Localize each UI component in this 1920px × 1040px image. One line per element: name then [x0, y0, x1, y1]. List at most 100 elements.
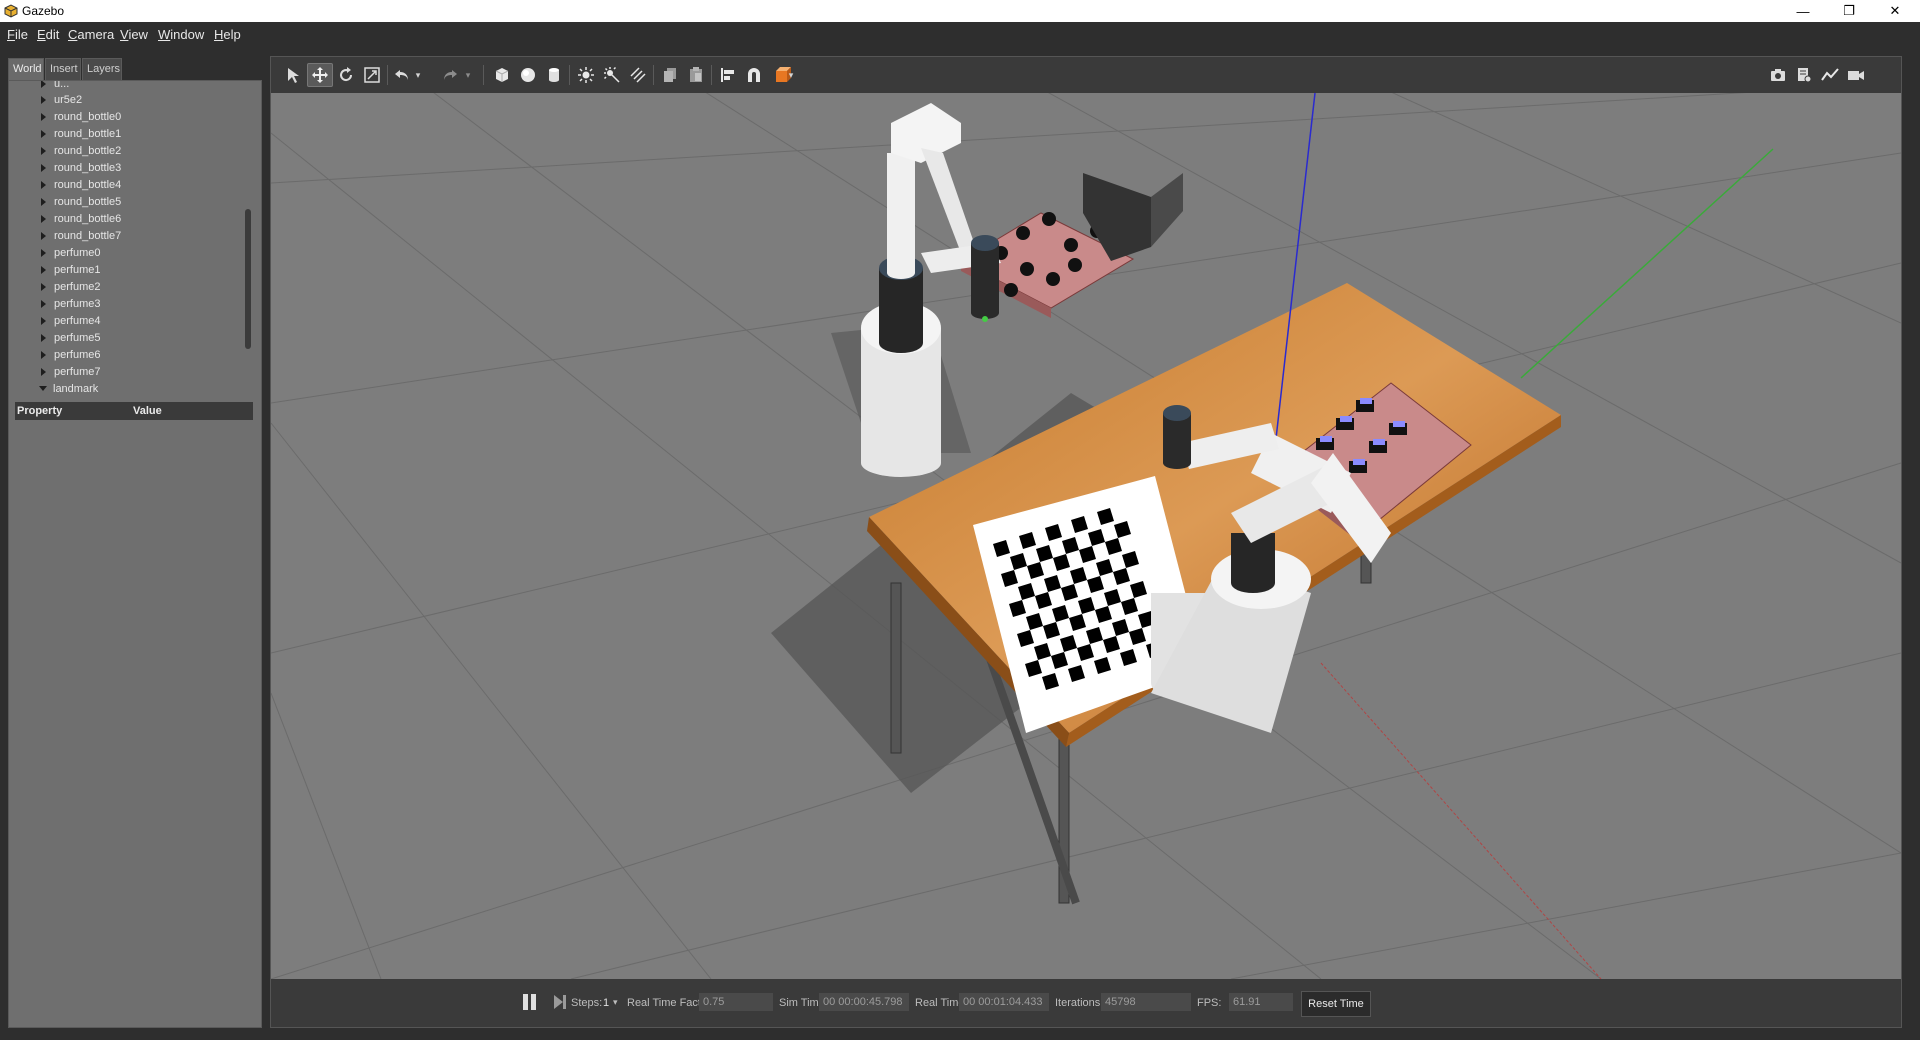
tree-item-label: perfume4 [54, 314, 101, 327]
snap-icon[interactable] [741, 63, 767, 87]
expand-arrow-icon[interactable] [41, 316, 46, 325]
tree-item[interactable]: round_bottle6 [41, 210, 121, 227]
tree-item[interactable]: perfume1 [41, 261, 100, 278]
expand-arrow-icon[interactable] [41, 214, 46, 223]
expand-arrow-icon[interactable] [41, 180, 46, 189]
expand-arrow-icon[interactable] [41, 231, 46, 240]
expand-arrow-icon[interactable] [41, 299, 46, 308]
collapse-arrow-icon[interactable] [39, 386, 47, 391]
tree-item-label: landmark [53, 382, 99, 395]
tree-item-label: perfume5 [54, 331, 101, 344]
step-icon[interactable] [553, 994, 567, 1010]
tree-item-label: round_bottle6 [54, 212, 122, 225]
expand-arrow-icon[interactable] [41, 333, 46, 342]
tree-item[interactable]: perfume5 [41, 329, 100, 346]
real-time-factor-value: 0.75 [699, 993, 773, 1011]
fps-value: 61.91 [1229, 993, 1293, 1011]
expand-arrow-icon[interactable] [41, 81, 46, 88]
tree-item[interactable]: perfume3 [41, 295, 100, 312]
undo-dropdown-icon[interactable]: ▾ [411, 63, 425, 87]
view-angle-dropdown-icon[interactable]: ▾ [785, 63, 797, 87]
tree-item[interactable]: perfume6 [41, 346, 100, 363]
toolbar-separator [387, 65, 388, 85]
reset-time-button[interactable]: Reset Time [1301, 991, 1371, 1017]
expand-arrow-icon[interactable] [41, 95, 46, 104]
tree-item[interactable]: round_bottle1 [41, 125, 121, 142]
tree-item-label: round_bottle4 [54, 178, 122, 191]
scale-icon[interactable] [359, 63, 385, 87]
simulation-status-bar: Steps: 1 ▾ Real Time Factor: 0.75 Sim Ti… [271, 979, 1901, 1027]
spot-light-icon[interactable] [599, 63, 625, 87]
minimize-button[interactable]: — [1780, 0, 1826, 22]
tree-item[interactable]: round_bottle2 [41, 142, 121, 159]
tree-item-label: round_bottle7 [54, 229, 122, 242]
toolbar-separator [653, 65, 654, 85]
tab-layers[interactable]: Layers [82, 58, 122, 80]
tree-item-label: round_bottle5 [54, 195, 122, 208]
cylinder-shape-icon[interactable] [541, 63, 567, 87]
box-shape-icon[interactable] [489, 63, 515, 87]
expand-arrow-icon[interactable] [41, 129, 46, 138]
plot-icon[interactable] [1817, 63, 1843, 87]
screenshot-icon[interactable] [1765, 63, 1791, 87]
copy-icon[interactable] [657, 63, 683, 87]
expand-arrow-icon[interactable] [41, 248, 46, 257]
scene-render [271, 93, 1901, 979]
menu-camera[interactable]: Camera [68, 27, 114, 42]
expand-arrow-icon[interactable] [41, 350, 46, 359]
translate-icon[interactable] [307, 63, 333, 87]
3d-viewport[interactable] [271, 93, 1901, 979]
tree-item[interactable]: ur5e2 [41, 91, 82, 108]
tree-item[interactable]: round_bottle5 [41, 193, 121, 210]
steps-dropdown-icon[interactable]: ▾ [613, 997, 618, 1008]
tree-item[interactable]: perfume4 [41, 312, 100, 329]
expand-arrow-icon[interactable] [41, 112, 46, 121]
tree-item[interactable]: perfume0 [41, 244, 100, 261]
log-icon[interactable] [1791, 63, 1817, 87]
menu-view[interactable]: View [120, 27, 148, 42]
tree-item[interactable]: round_bottle4 [41, 176, 121, 193]
menu-edit[interactable]: Edit [37, 27, 59, 42]
menu-window[interactable]: Window [158, 27, 204, 42]
directional-light-icon[interactable] [625, 63, 651, 87]
menu-help[interactable]: Help [214, 27, 241, 42]
tab-world[interactable]: World [8, 58, 44, 80]
panel-tabs: World Insert Layers [8, 58, 262, 80]
expand-arrow-icon[interactable] [41, 367, 46, 376]
select-arrow-icon[interactable] [281, 63, 307, 87]
expand-arrow-icon[interactable] [41, 163, 46, 172]
tree-scrollbar[interactable] [245, 209, 251, 349]
align-icon[interactable] [715, 63, 741, 87]
tree-item-label: round_bottle3 [54, 161, 122, 174]
redo-icon[interactable] [437, 63, 463, 87]
redo-dropdown-icon[interactable]: ▾ [461, 63, 475, 87]
tab-insert[interactable]: Insert [45, 58, 81, 80]
value-column-header: Value [133, 405, 162, 417]
point-light-icon[interactable] [573, 63, 599, 87]
property-table-header: Property Value [15, 402, 253, 420]
paste-icon[interactable] [683, 63, 709, 87]
tree-item[interactable]: perfume2 [41, 278, 100, 295]
expand-arrow-icon[interactable] [41, 282, 46, 291]
title-bar: Gazebo — ❐ ✕ [0, 0, 1920, 22]
tree-item[interactable]: perfume7 [41, 363, 100, 380]
pause-icon[interactable] [523, 994, 537, 1010]
tree-item[interactable]: round_bottle7 [41, 227, 121, 244]
expand-arrow-icon[interactable] [41, 146, 46, 155]
gazebo-logo-icon [4, 4, 18, 18]
steps-value[interactable]: 1 [603, 997, 609, 1009]
tree-item[interactable]: landmark [39, 380, 98, 397]
video-record-icon[interactable] [1843, 63, 1869, 87]
close-button[interactable]: ✕ [1872, 0, 1918, 22]
tree-item[interactable]: round_bottle3 [41, 159, 121, 176]
property-column-header: Property [17, 405, 63, 417]
tree-item[interactable]: round_bottle0 [41, 108, 121, 125]
menu-file[interactable]: File [7, 27, 28, 42]
tree-item-label: u... [54, 81, 70, 90]
expand-arrow-icon[interactable] [41, 265, 46, 274]
sphere-shape-icon[interactable] [515, 63, 541, 87]
rotate-icon[interactable] [333, 63, 359, 87]
expand-arrow-icon[interactable] [41, 197, 46, 206]
model-tree[interactable]: u... ur5e2 round_bottle0 round_bottle1 r… [9, 81, 249, 399]
restore-button[interactable]: ❐ [1826, 0, 1872, 22]
